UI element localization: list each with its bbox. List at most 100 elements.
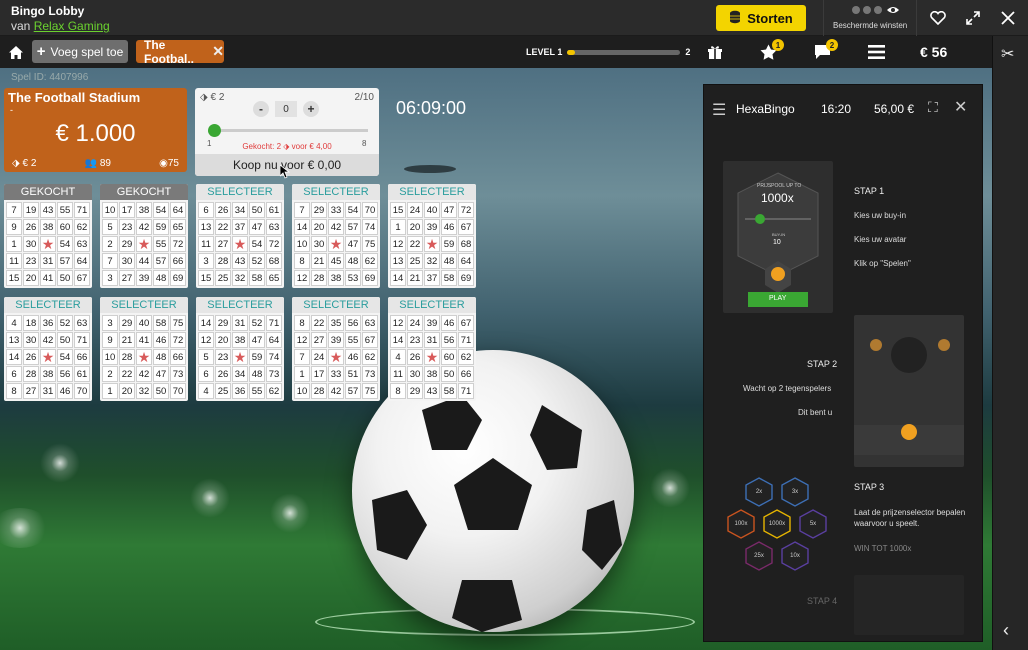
stadium-light [270,493,310,533]
card-number: 30 [23,332,39,348]
bingo-card[interactable]: SELECTEER 14 29 31 52 71 12 20 38 47 64 5 23 ★ 59 74 6 26… [196,297,284,401]
card-number: 64 [266,332,282,348]
shadow-disc [404,165,456,173]
card-number: 9 [6,219,22,235]
hamburger-menu-icon[interactable] [862,40,890,64]
card-number: 39 [424,315,440,331]
free-star-icon: ★ [424,348,440,365]
bingo-card[interactable]: SELECTEER 12 24 39 46 67 14 23 31 56 71 4 26 ★ 60 62 11 3… [388,297,476,401]
card-number: 3 [102,270,118,286]
card-number: 10 [294,383,310,399]
room-name: The Football Stadium [8,90,141,105]
card-number: 20 [407,219,423,235]
card-number: 23 [215,349,231,365]
card-number: 7 [102,253,118,269]
protected-wins-toggle[interactable]: Beschermde winsten [823,0,917,36]
collapse-chevron-icon[interactable]: ‹ [1003,620,1009,641]
quantity-value[interactable]: 0 [275,101,297,117]
card-number: 30 [23,236,39,252]
bingo-card[interactable]: SELECTEER 15 24 40 47 72 1 20 39 46 67 12 22 ★ 59 68 13 2… [388,184,476,288]
prize-hex-label: 10x [790,553,800,559]
card-number: 31 [40,383,56,399]
prize-hex: 100x [726,509,756,539]
bingo-card[interactable]: GEKOCHT 10 17 38 54 64 5 23 42 59 65 2 29 ★ 55 72 7 30 44 5… [100,184,188,288]
select-card-button[interactable]: SELECTEER [292,184,380,200]
minus-button[interactable]: - [253,101,269,117]
card-number: 17 [311,366,327,382]
bingo-card[interactable]: SELECTEER 6 26 34 50 61 13 22 37 47 63 11 27 ★ 54 72 3 28… [196,184,284,288]
card-number: 31 [232,315,248,331]
game-tab[interactable]: The Footbal.. ✕ [136,38,224,66]
card-number: 14 [6,349,22,365]
card-number: 26 [215,202,231,218]
select-card-button[interactable]: SELECTEER [292,297,380,313]
bingo-card[interactable]: SELECTEER 3 29 40 58 75 9 21 41 46 72 10 28 ★ 48 66 2 22 4… [100,297,188,401]
provider-link[interactable]: Relax Gaming [34,19,110,33]
fullscreen-icon[interactable]: ⛶ [928,99,938,116]
card-status: GEKOCHT [100,184,188,200]
card-number: 15 [6,270,22,286]
bingo-card[interactable]: SELECTEER 4 18 36 52 63 13 30 42 50 71 14 26 ★ 54 66 6 28… [4,297,92,401]
card-number-grid: 15 24 40 47 72 1 20 39 46 67 12 22 ★ 59 68 13 25 32 48 64 14… [388,200,476,288]
card-number: 71 [266,315,282,331]
card-number: 20 [119,383,135,399]
quantity-slider[interactable] [208,124,368,137]
chat-badge: 2 [826,39,838,51]
card-number: 48 [345,253,361,269]
provider-line: van Relax Gaming [11,19,110,33]
card-number: 4 [6,315,22,331]
deposit-button[interactable]: Storten [716,5,806,31]
select-card-button[interactable]: SELECTEER [4,297,92,313]
free-star-icon: ★ [40,348,56,365]
bought-summary: Gekocht: 2 ⬗ voor € 4,00 [242,142,332,151]
expand-icon[interactable] [955,0,991,36]
plus-button[interactable]: + [303,101,319,117]
bingo-card[interactable]: SELECTEER 7 29 33 54 70 14 20 42 57 74 10 30 ★ 47 75 8 21… [292,184,380,288]
select-card-button[interactable]: SELECTEER [196,184,284,200]
card-number: 10 [102,349,118,365]
favorite-icon[interactable] [920,0,956,36]
close-icon[interactable] [990,0,1026,36]
card-number: 26 [407,349,423,365]
select-card-button[interactable]: SELECTEER [388,297,476,313]
home-icon[interactable] [4,40,28,64]
card-number: 62 [362,253,378,269]
panel-menu-icon[interactable]: ☰ [712,100,726,120]
add-game-button[interactable]: + Voeg spel toe [32,40,128,63]
panel-time: 16:20 [821,102,852,116]
card-number: 48 [153,270,169,286]
card-number-grid: 7 19 43 55 71 9 26 38 60 62 1 30 ★ 54 63 11 23 31 57 64 15 20… [4,200,92,288]
card-number: 4 [390,349,406,365]
card-number: 60 [57,219,73,235]
ticket-count: 2/10 [354,92,374,103]
panel-balance: 56,00 € [874,102,915,116]
tab-close-icon[interactable]: ✕ [212,43,224,60]
card-number: 41 [136,332,152,348]
slider-handle[interactable] [208,124,221,137]
card-number: 32 [424,253,440,269]
select-card-button[interactable]: SELECTEER [388,184,476,200]
card-number: 67 [458,315,474,331]
card-number: 28 [311,270,327,286]
game-nav-bar: + Voeg spel toe The Footbal.. ✕ LEVEL 1 … [0,36,992,68]
card-number-grid: 12 24 39 46 67 14 23 31 56 71 4 26 ★ 60 62 11 30 38 50 66 8 2… [388,313,476,401]
chat-icon[interactable]: 2 [808,39,838,64]
card-number: 58 [153,315,169,331]
level-label: LEVEL 1 [526,47,563,57]
card-number: 61 [266,202,282,218]
scissors-icon[interactable]: ✂ [1001,44,1014,64]
card-number: 68 [458,236,474,252]
panel-close-icon[interactable]: ✕ [954,97,967,117]
card-number: 57 [345,219,361,235]
window-title: Bingo Lobby [11,4,85,18]
ticket-cost: ⬗ € 2 [200,92,225,103]
card-number: 36 [40,315,56,331]
room-info-card: The Football Stadium - € 1.000 ⬗ € 2 👥 8… [4,88,187,172]
gift-icon[interactable] [701,40,729,64]
select-card-button[interactable]: SELECTEER [196,297,284,313]
bingo-card[interactable]: SELECTEER 8 22 35 56 63 12 27 39 55 67 7 24 ★ 46 62 1 17 3… [292,297,380,401]
star-icon[interactable]: 1 [754,39,784,64]
card-number: 33 [328,366,344,382]
select-card-button[interactable]: SELECTEER [100,297,188,313]
bingo-card[interactable]: GEKOCHT 7 19 43 55 71 9 26 38 60 62 1 30 ★ 54 63 11 23 31 5… [4,184,92,288]
